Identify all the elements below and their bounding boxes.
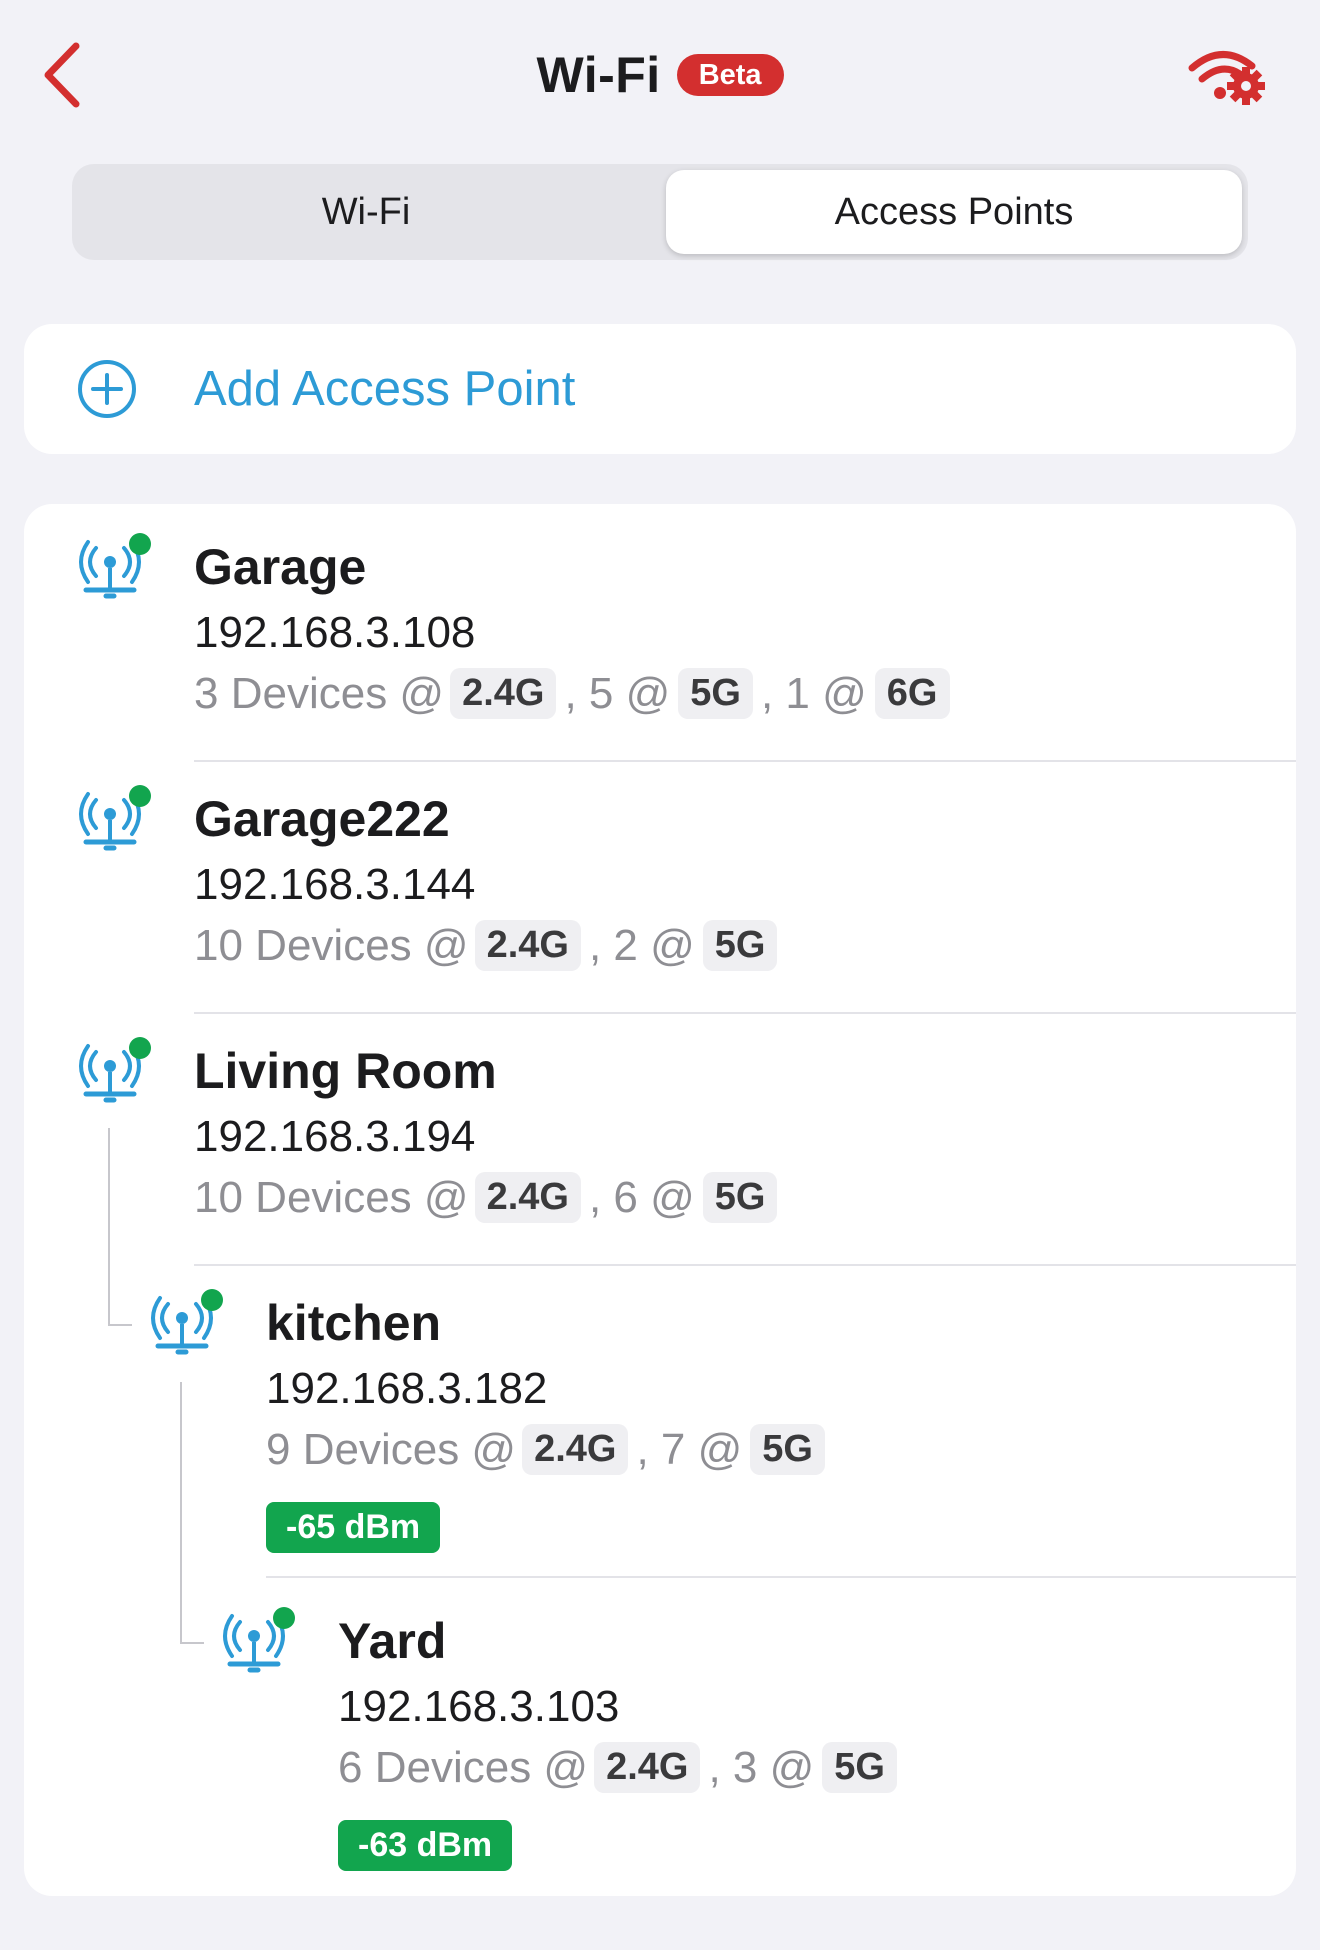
access-point-ip: 192.168.3.108 [194, 608, 476, 657]
device-count-text: 9 Devices @ [266, 1424, 517, 1474]
title-group: Wi-Fi Beta [0, 46, 1320, 104]
access-point-icon [79, 785, 151, 851]
band-badge: 2.4G [594, 1742, 701, 1793]
page-title: Wi-Fi [536, 47, 661, 103]
band-badge: 5G [822, 1742, 897, 1793]
band-badge: 2.4G [450, 668, 557, 719]
access-point-icon [79, 533, 151, 599]
access-point-ip: 192.168.3.144 [194, 860, 476, 909]
band-badge: 2.4G [474, 920, 581, 971]
device-count-text: 6 Devices @ [338, 1742, 589, 1792]
band-badge: 6G [874, 668, 950, 719]
device-count-text: , 2 @ [588, 920, 695, 970]
access-point-name: kitchen [266, 1295, 442, 1351]
device-count-text: 10 Devices @ [194, 1172, 469, 1222]
access-point-devices: 10 Devices @2.4G, 6 @5G [194, 1172, 783, 1223]
access-point-row[interactable]: Garage222 192.168.3.144 10 Devices @2.4G, … [24, 778, 1296, 1018]
online-status-dot [129, 533, 151, 555]
online-status-dot [129, 1037, 151, 1059]
band-badge: 2.4G [474, 1172, 581, 1223]
access-point-name: Yard [338, 1613, 447, 1669]
access-point-devices: 10 Devices @2.4G, 2 @5G [194, 920, 783, 971]
band-badge: 2.4G [522, 1424, 629, 1475]
beta-badge: Beta [676, 54, 784, 96]
access-point-row[interactable]: kitchen 192.168.3.182 9 Devices @2.4G, 7 @… [24, 1282, 1296, 1582]
device-count-text: 10 Devices @ [194, 920, 469, 970]
access-point-list: Garage 192.168.3.108 3 Devices @2.4G, 5 @5… [24, 504, 1296, 1896]
device-count-text: , 7 @ [636, 1424, 743, 1474]
access-point-devices: 9 Devices @2.4G, 7 @5G [266, 1424, 831, 1475]
access-point-row[interactable]: Garage 192.168.3.108 3 Devices @2.4G, 5 @5… [24, 526, 1296, 766]
signal-strength-badge: -63 dBm [338, 1820, 513, 1871]
device-count-text: , 1 @ [760, 668, 867, 718]
access-point-row[interactable]: Yard 192.168.3.103 6 Devices @2.4G, 3 @5G -… [24, 1600, 1296, 1896]
access-point-icon [79, 1037, 151, 1103]
access-point-name: Garage [194, 539, 367, 595]
row-divider [194, 760, 1296, 762]
access-point-ip: 192.168.3.194 [194, 1112, 476, 1161]
wifi-settings-icon [1188, 51, 1265, 105]
band-badge: 5G [750, 1424, 825, 1475]
access-point-devices: 6 Devices @2.4G, 3 @5G [338, 1742, 903, 1793]
device-count-text: , 5 @ [564, 668, 671, 718]
device-count-text: , 3 @ [708, 1742, 815, 1792]
access-point-name: Living Room [194, 1043, 497, 1099]
wifi-settings-button[interactable] [1186, 44, 1266, 106]
access-point-devices: 3 Devices @2.4G, 5 @5G, 1 @6G [194, 668, 956, 719]
tab-wifi[interactable]: Wi-Fi [78, 170, 654, 254]
device-count-text: , 6 @ [588, 1172, 695, 1222]
signal-strength-badge: -65 dBm [266, 1502, 441, 1553]
online-status-dot [201, 1289, 223, 1311]
device-count-text: 3 Devices @ [194, 668, 445, 718]
tab-access-points[interactable]: Access Points [666, 170, 1242, 254]
online-status-dot [129, 785, 151, 807]
add-access-point-label: Add Access Point [194, 362, 576, 416]
row-divider [266, 1576, 1296, 1578]
plus-circle-icon [78, 360, 136, 418]
tab-switcher: Wi-Fi Access Points [72, 164, 1248, 260]
top-bar: Wi-Fi Beta [0, 0, 1320, 150]
band-badge: 5G [678, 668, 753, 719]
row-divider [194, 1012, 1296, 1014]
online-status-dot [273, 1607, 295, 1629]
access-point-icon [151, 1289, 223, 1355]
access-point-ip: 192.168.3.182 [266, 1364, 548, 1413]
access-point-row[interactable]: Living Room 192.168.3.194 10 Devices @2.4G… [24, 1030, 1296, 1270]
band-badge: 5G [702, 1172, 778, 1223]
band-badge: 5G [702, 920, 778, 971]
add-access-point-button[interactable]: Add Access Point [24, 324, 1296, 454]
access-point-name: Garage222 [194, 791, 450, 847]
access-point-icon [223, 1607, 295, 1673]
access-point-ip: 192.168.3.103 [338, 1682, 620, 1731]
row-divider [194, 1264, 1296, 1266]
